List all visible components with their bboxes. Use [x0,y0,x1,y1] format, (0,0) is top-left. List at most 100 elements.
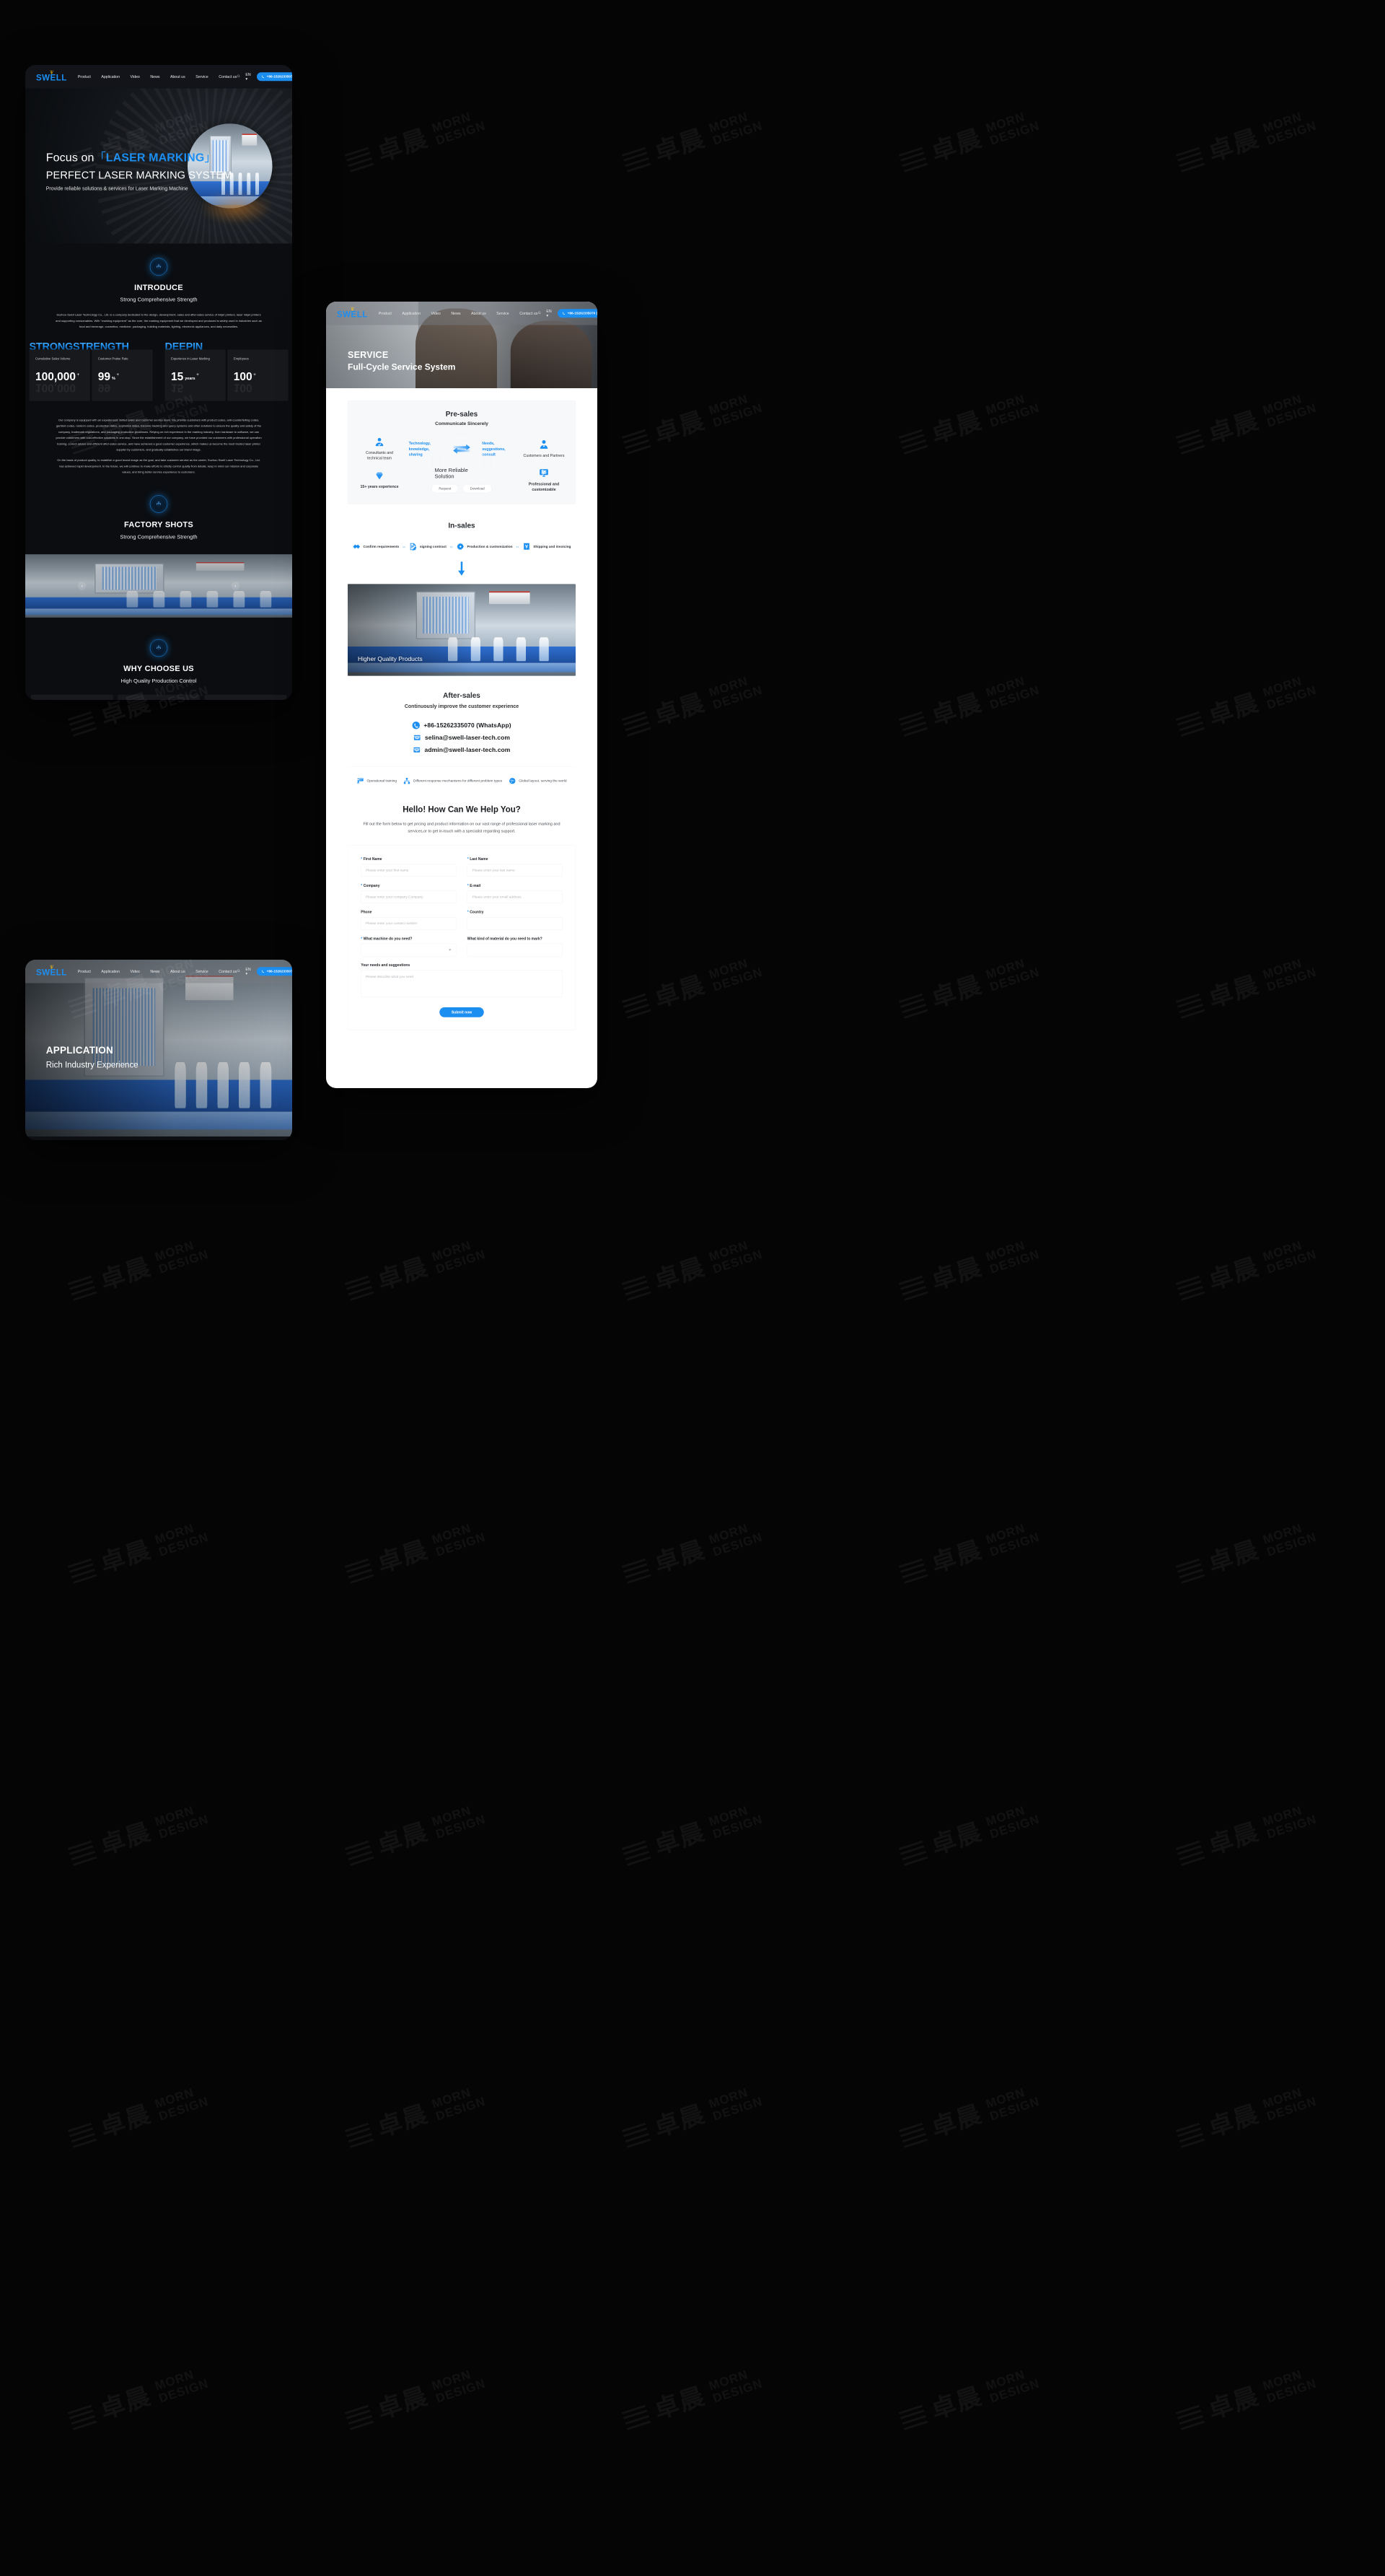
nav-link-video[interactable]: Video [131,74,140,79]
company-input[interactable]: Please enter your company Company [361,890,456,903]
contact-email-admin[interactable]: admin@swell-laser-tech.com [413,746,511,754]
introduce-subtitle: Strong Comprehensive Strength [25,297,292,303]
why-choose-us-section: WHY CHOOSE US High Quality Production Co… [25,639,292,700]
nav-link-service[interactable]: Service [195,969,208,973]
service-header: \|/ SWELL Product Application Video News… [326,302,597,325]
in-sales-flow: Confirm requirements ›› signing contract… [326,543,597,551]
nav-link-news[interactable]: News [150,74,159,79]
header-phone-button[interactable]: +86-15262335070 (WhatsApp) [558,309,597,317]
header-phone-button[interactable]: +86-15262335070 (WhatsApp) [257,967,292,976]
diamond-icon [374,470,384,481]
field-needs: Your needs and suggestions Please descri… [361,963,563,997]
header-phone-label: +86-15262335070 (WhatsApp) [568,312,597,316]
download-button[interactable]: Download [462,484,492,493]
search-icon[interactable] [537,311,541,316]
globe-icon [509,777,516,784]
hero-prefix: Focus on [46,151,94,164]
in-sales-title: In-sales [326,521,597,529]
feature-response-mechanisms: Different response mechanisms for differ… [403,777,502,784]
request-button[interactable]: Request [431,484,458,493]
search-icon[interactable] [237,969,240,974]
header-phone-label: +86-15262335070 (WhatsApp) [267,970,292,974]
machine-select[interactable] [361,944,456,957]
stat-card: Cumulative Sales Volume 100,000+ 100,000 [30,350,90,401]
nav-link-contact-us[interactable]: Contact us [219,74,237,79]
after-sales-contacts: +86-15262335070 (WhatsApp) selina@swell-… [326,722,597,754]
stat-card: Customer Praise Rate 99%+ 99 [92,350,152,401]
monitor-settings-icon [539,468,549,478]
last-name-input[interactable]: Please enter your last name [467,864,563,877]
field-phone: Phone Please enter your contact number [361,910,456,929]
nav-link-video[interactable]: Video [431,311,441,315]
gear-production-icon [456,543,465,551]
logo-wordmark: SWELL [36,73,67,83]
hero-subtitle: Provide reliable solutions & services fo… [46,185,232,191]
chevron-right-icon: ›› [450,544,453,549]
phone-icon [262,75,265,79]
brand-logo[interactable]: \|/ SWELL [337,307,368,319]
email-input[interactable]: Please enter your email address [467,890,563,903]
needs-textarea[interactable]: Please describe what you need [361,971,563,998]
home-page-window: \|/ SWELL Product Application Video News… [25,65,292,700]
nav-link-news[interactable]: News [150,969,159,973]
contact-phone[interactable]: +86-15262335070 (WhatsApp) [412,722,511,730]
chevron-right-icon: ›› [516,544,519,549]
nav-link-about-us[interactable]: About us [170,969,185,973]
carousel-next-button[interactable]: › [232,582,240,590]
contract-icon [409,543,418,551]
language-selector[interactable]: EN ▾ [245,72,252,81]
why-subtitle: High Quality Production Control [25,678,292,684]
contact-email-selina[interactable]: selina@swell-laser-tech.com [413,734,510,742]
carousel-prev-button[interactable]: ‹ [78,582,87,590]
material-input[interactable] [467,944,563,957]
header-actions: EN ▾ +86-15262335070 (WhatsApp) [237,967,292,976]
nav-link-product[interactable]: Product [78,969,91,973]
field-last-name: *Last Name Please enter your last name [467,857,563,877]
nav-link-application[interactable]: Application [101,74,120,79]
nav-link-service[interactable]: Service [496,311,509,315]
header-actions: EN ▾ +86-15262335070 (WhatsApp) [537,309,597,317]
nav-link-product[interactable]: Product [78,74,91,79]
first-name-input[interactable]: Please enter your first name [361,864,456,877]
flow-step-confirm-requirements: Confirm requirements [353,543,400,551]
hero-glow-decoration [198,190,276,226]
hero-highlight: LASER MARKING [106,151,205,164]
required-marker: * [467,884,469,888]
brand-logo[interactable]: \|/ SWELL [36,71,67,82]
flow-step-production: Production & customization [456,543,512,551]
home-hero: Focus on「LASER MARKING」 PERFECT LASER MA… [25,89,292,244]
country-input[interactable] [467,917,563,930]
submit-button[interactable]: Submit now [439,1007,483,1017]
nav-link-product[interactable]: Product [379,311,392,315]
search-icon[interactable] [237,74,240,79]
application-title: APPLICATION [46,1045,138,1056]
nav-link-application[interactable]: Application [402,311,421,315]
introduce-badge-icon [150,258,168,276]
nav-link-contact-us[interactable]: Contact us [219,969,237,973]
brand-logo[interactable]: \|/ SWELL [36,965,67,977]
carousel-slide-next[interactable] [234,558,292,613]
hierarchy-icon [403,777,410,784]
nav-link-news[interactable]: News [451,311,460,315]
nav-link-about-us[interactable]: About us [170,74,185,79]
nav-link-about-us[interactable]: About us [471,311,486,315]
nav-link-video[interactable]: Video [131,969,140,973]
pre-sales-experience: 15+ years experience [359,470,400,489]
nav-link-service[interactable]: Service [195,74,208,79]
nav-link-contact-us[interactable]: Contact us [519,311,537,315]
application-banner-copy: APPLICATION Rich Industry Experience [46,1045,138,1070]
factory-title: FACTORY SHOTS [25,520,292,530]
mail-icon [413,734,421,742]
handshake-icon [353,543,361,551]
application-header: \|/ SWELL Product Application Video News… [25,960,292,983]
header-phone-button[interactable]: +86-15262335070 (WhatsApp) [257,72,292,81]
language-selector[interactable]: EN ▾ [245,967,252,976]
contact-form: *First Name Please enter your first name… [348,846,576,1030]
hero-title-line1: Focus on「LASER MARKING」 [46,148,232,165]
language-selector[interactable]: EN ▾ [546,309,553,317]
pre-sales-consultants: Consultants and technical team [359,437,400,461]
primary-nav: Product Application Video News About us … [78,969,237,973]
flow-step-signing-contract: signing contract [409,543,447,551]
phone-input[interactable]: Please enter your contact number [361,917,456,930]
nav-link-application[interactable]: Application [101,969,120,973]
